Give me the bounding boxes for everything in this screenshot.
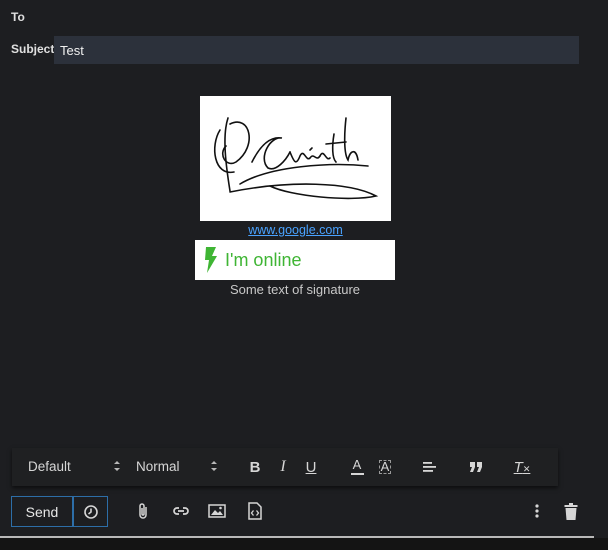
insert-link-button[interactable] — [171, 501, 191, 521]
underline-button[interactable]: U — [301, 457, 321, 477]
blockquote-button[interactable] — [466, 457, 486, 477]
italic-button[interactable]: I — [273, 457, 293, 477]
to-label: To — [11, 10, 25, 24]
text-color-icon: A — [352, 457, 362, 472]
signature-text: Some text of signature — [229, 282, 361, 297]
size-select-caret-icon[interactable] — [210, 459, 218, 473]
bold-button[interactable]: B — [245, 457, 265, 477]
text-color-button[interactable]: A — [347, 457, 367, 477]
more-options-button[interactable] — [527, 501, 547, 521]
italic-icon: I — [280, 458, 286, 475]
underline-icon: U — [305, 458, 317, 476]
clear-format-button[interactable]: T✕ — [512, 457, 532, 477]
link-icon — [173, 507, 189, 515]
online-status-badge: I'm online — [195, 240, 395, 280]
attach-button[interactable] — [133, 501, 153, 521]
schedule-icon — [83, 504, 98, 519]
delete-draft-button[interactable] — [561, 501, 581, 521]
insert-template-button[interactable] — [245, 501, 265, 521]
text-color-bar — [350, 473, 364, 475]
clear-format-icon: T✕ — [513, 458, 531, 476]
subject-input[interactable] — [54, 36, 579, 64]
blockquote-icon — [470, 462, 482, 472]
font-select-caret-icon[interactable] — [113, 459, 121, 473]
insert-image-button[interactable] — [207, 501, 227, 521]
format-toolbar: Default Normal B I U A A T✕ — [12, 448, 558, 486]
size-select[interactable]: Normal — [136, 459, 180, 474]
bold-icon: B — [249, 458, 261, 476]
action-bar: Send — [0, 490, 608, 536]
signature-image — [200, 96, 391, 221]
lightning-icon — [205, 247, 217, 273]
bottom-shadow — [0, 538, 608, 550]
align-left-icon — [423, 462, 436, 472]
more-vert-icon — [535, 504, 539, 518]
image-icon — [208, 504, 226, 518]
attach-icon — [139, 503, 147, 519]
trash-icon — [564, 502, 578, 520]
send-button[interactable]: Send — [11, 496, 73, 527]
signature-link[interactable]: www.google.com — [200, 223, 391, 237]
schedule-send-button[interactable] — [73, 496, 108, 527]
align-button[interactable] — [420, 457, 440, 477]
font-select[interactable]: Default — [28, 459, 71, 474]
subject-label: Subject — [11, 42, 55, 56]
highlight-color-button[interactable]: A — [375, 457, 395, 477]
highlight-color-icon: A — [378, 459, 392, 474]
online-status-text: I'm online — [225, 249, 302, 270]
file-code-icon — [248, 502, 262, 520]
